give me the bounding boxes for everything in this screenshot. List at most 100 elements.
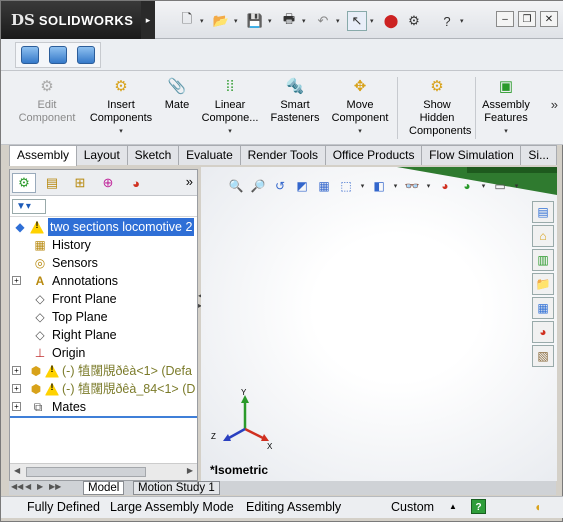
tree-item-origin[interactable]: ⊥ Origin: [10, 344, 197, 362]
help-icon[interactable]: ?: [437, 11, 457, 31]
first-tab-icon[interactable]: ◀◀: [11, 482, 23, 491]
tab-model[interactable]: Model: [83, 481, 125, 495]
insert-components-button[interactable]: ⚙ Insert Components ▾: [85, 75, 157, 138]
undo-dropdown-icon[interactable]: ▾: [336, 11, 344, 31]
linear-component-button[interactable]: ⁞⁞ Linear Compone... ▾: [197, 75, 263, 138]
assembly-features-button[interactable]: ▣ Assembly Features ▾: [477, 75, 535, 138]
solidworks-logo[interactable]: DS SOLIDWORKS: [1, 1, 141, 39]
custom-properties-icon[interactable]: ▧: [532, 345, 554, 367]
last-tab-icon[interactable]: ▶▶: [49, 482, 61, 491]
open-folder-icon[interactable]: 📂: [211, 11, 231, 31]
status-units[interactable]: Custom: [391, 497, 434, 517]
view-settings-dropdown-icon[interactable]: ▾: [513, 177, 520, 195]
undo-icon[interactable]: ↶: [313, 11, 333, 31]
tree-item-mates[interactable]: + ⧉ Mates: [10, 398, 197, 416]
tab-assembly[interactable]: Assembly: [9, 145, 77, 166]
select-dropdown-icon[interactable]: ▾: [370, 11, 378, 31]
quick-tips-help-icon[interactable]: ?: [471, 499, 486, 514]
filter-icon[interactable]: ▼▾: [12, 199, 46, 214]
tree-item-annotations[interactable]: + A Annotations: [10, 272, 197, 290]
tab-flow-simulation[interactable]: Flow Simulation: [421, 145, 522, 165]
appearances-icon[interactable]: ◕: [532, 321, 554, 343]
new-dropdown-icon[interactable]: ▾: [200, 11, 208, 31]
feature-manager-tab-icon[interactable]: ⚙: [12, 173, 36, 193]
assembly-components-icon[interactable]: [49, 46, 67, 64]
zoom-to-fit-icon[interactable]: 🔍: [227, 177, 245, 195]
help-dropdown-icon[interactable]: ▾: [460, 11, 468, 31]
expand-icon[interactable]: +: [12, 402, 21, 411]
menu-flyout-arrow-icon[interactable]: ▸: [141, 1, 155, 39]
tree-item-component-2[interactable]: + ⬢ ! (-) 犆闥覑ðêà_84<1> (D: [10, 380, 197, 398]
save-dropdown-icon[interactable]: ▾: [268, 11, 276, 31]
tab-layout[interactable]: Layout: [75, 145, 128, 165]
previous-view-icon[interactable]: ↺: [271, 177, 289, 195]
view-orientation-icon[interactable]: ⬚: [337, 177, 355, 195]
configuration-manager-tab-icon[interactable]: ⊞: [68, 173, 92, 193]
tree-item-front-plane[interactable]: ◇ Front Plane: [10, 290, 197, 308]
property-manager-tab-icon[interactable]: ▤: [40, 173, 64, 193]
scroll-right-icon[interactable]: ▶: [187, 466, 193, 475]
close-icon[interactable]: ✕: [540, 11, 558, 27]
tree-root-assembly[interactable]: ◆ ! two sections locomotive 2: [10, 218, 197, 236]
move-component-button[interactable]: ✥ Move Component ▾: [327, 75, 393, 138]
graphics-area[interactable]: 🔍 🔎 ↺ ◩ ▦ ⬚ ▾ ◧ ▾ 👓 ▾ ◕ ◕ ▾ ▭ ▾ Y X Z *I…: [201, 167, 557, 481]
show-hidden-components-button[interactable]: ⚙ Show Hidden Components: [401, 75, 473, 138]
smart-fasteners-button[interactable]: 🔩 Smart Fasteners: [265, 75, 325, 125]
expand-icon[interactable]: +: [12, 384, 21, 393]
linear-component-dropdown-icon[interactable]: ▾: [197, 125, 263, 138]
display-style-icon[interactable]: ◧: [370, 177, 388, 195]
mate-button[interactable]: 📎 Mate: [159, 75, 195, 112]
expand-icon[interactable]: +: [12, 276, 21, 285]
apply-scene-icon[interactable]: ◕: [458, 177, 476, 195]
scene-dropdown-icon[interactable]: ▾: [480, 177, 487, 195]
tree-item-component-1[interactable]: + ⬢ ! (-) 犆闥覑ðêà<1> (Defa: [10, 362, 197, 380]
next-tab-icon[interactable]: ▶: [37, 482, 43, 491]
home-icon[interactable]: ⌂: [532, 225, 554, 247]
horizontal-scrollbar[interactable]: ◀ ▶: [10, 463, 197, 480]
edit-component-button[interactable]: ⚙ Edit Component: [15, 75, 79, 125]
print-dropdown-icon[interactable]: ▾: [302, 11, 310, 31]
dimxpert-tab-icon[interactable]: ⊕: [96, 173, 120, 193]
design-library-icon[interactable]: ▥: [532, 249, 554, 271]
print-icon[interactable]: 🖶: [279, 11, 299, 31]
display-style-dropdown-icon[interactable]: ▾: [392, 177, 399, 195]
tree-item-sensors[interactable]: ◎ Sensors: [10, 254, 197, 272]
view-palette-icon[interactable]: ▦: [532, 297, 554, 319]
section-view-icon[interactable]: ◩: [293, 177, 311, 195]
hide-show-dropdown-icon[interactable]: ▾: [425, 177, 432, 195]
units-dropdown-icon[interactable]: ▲: [449, 497, 457, 517]
move-component-dropdown-icon[interactable]: ▾: [327, 125, 393, 138]
tab-si[interactable]: Si...: [520, 145, 557, 165]
expand-icon[interactable]: +: [12, 366, 21, 375]
view-settings-icon[interactable]: ▭: [491, 177, 509, 195]
assembly-options-icon[interactable]: [21, 46, 39, 64]
scroll-left-icon[interactable]: ◀: [14, 466, 20, 475]
insert-components-dropdown-icon[interactable]: ▾: [85, 125, 157, 138]
assembly-features-dropdown-icon[interactable]: ▾: [477, 125, 535, 138]
tab-evaluate[interactable]: Evaluate: [178, 145, 241, 165]
tab-office-products[interactable]: Office Products: [324, 145, 423, 165]
resources-icon[interactable]: ▤: [532, 201, 554, 223]
edit-appearance-icon[interactable]: ◕: [436, 177, 454, 195]
view-orientation-dropdown-icon[interactable]: ▾: [359, 177, 366, 195]
save-icon[interactable]: 💾: [245, 11, 265, 31]
tab-motion-study[interactable]: Motion Study 1: [133, 481, 220, 495]
more-tabs-chevron-icon[interactable]: »: [186, 174, 193, 189]
tab-render-tools[interactable]: Render Tools: [239, 145, 326, 165]
assembly-xpert-icon[interactable]: [77, 46, 95, 64]
restore-icon[interactable]: ❐: [518, 11, 536, 27]
tree-item-top-plane[interactable]: ◇ Top Plane: [10, 308, 197, 326]
hide-show-items-icon[interactable]: 👓: [403, 177, 421, 195]
tree-item-history[interactable]: ▦ History: [10, 236, 197, 254]
open-dropdown-icon[interactable]: ▾: [234, 11, 242, 31]
traffic-light-icon[interactable]: ⬤: [381, 11, 401, 31]
new-document-icon[interactable]: 🗋: [177, 11, 197, 31]
dynamic-annotation-icon[interactable]: ▦: [315, 177, 333, 195]
select-cursor-icon[interactable]: ↖: [347, 11, 367, 31]
zoom-to-area-icon[interactable]: 🔎: [249, 177, 267, 195]
scroll-thumb[interactable]: [26, 467, 146, 477]
minimize-icon[interactable]: –: [496, 11, 514, 27]
more-commands-chevron-icon[interactable]: »: [551, 97, 558, 112]
prev-tab-icon[interactable]: ◀: [25, 482, 31, 491]
tree-item-right-plane[interactable]: ◇ Right Plane: [10, 326, 197, 344]
